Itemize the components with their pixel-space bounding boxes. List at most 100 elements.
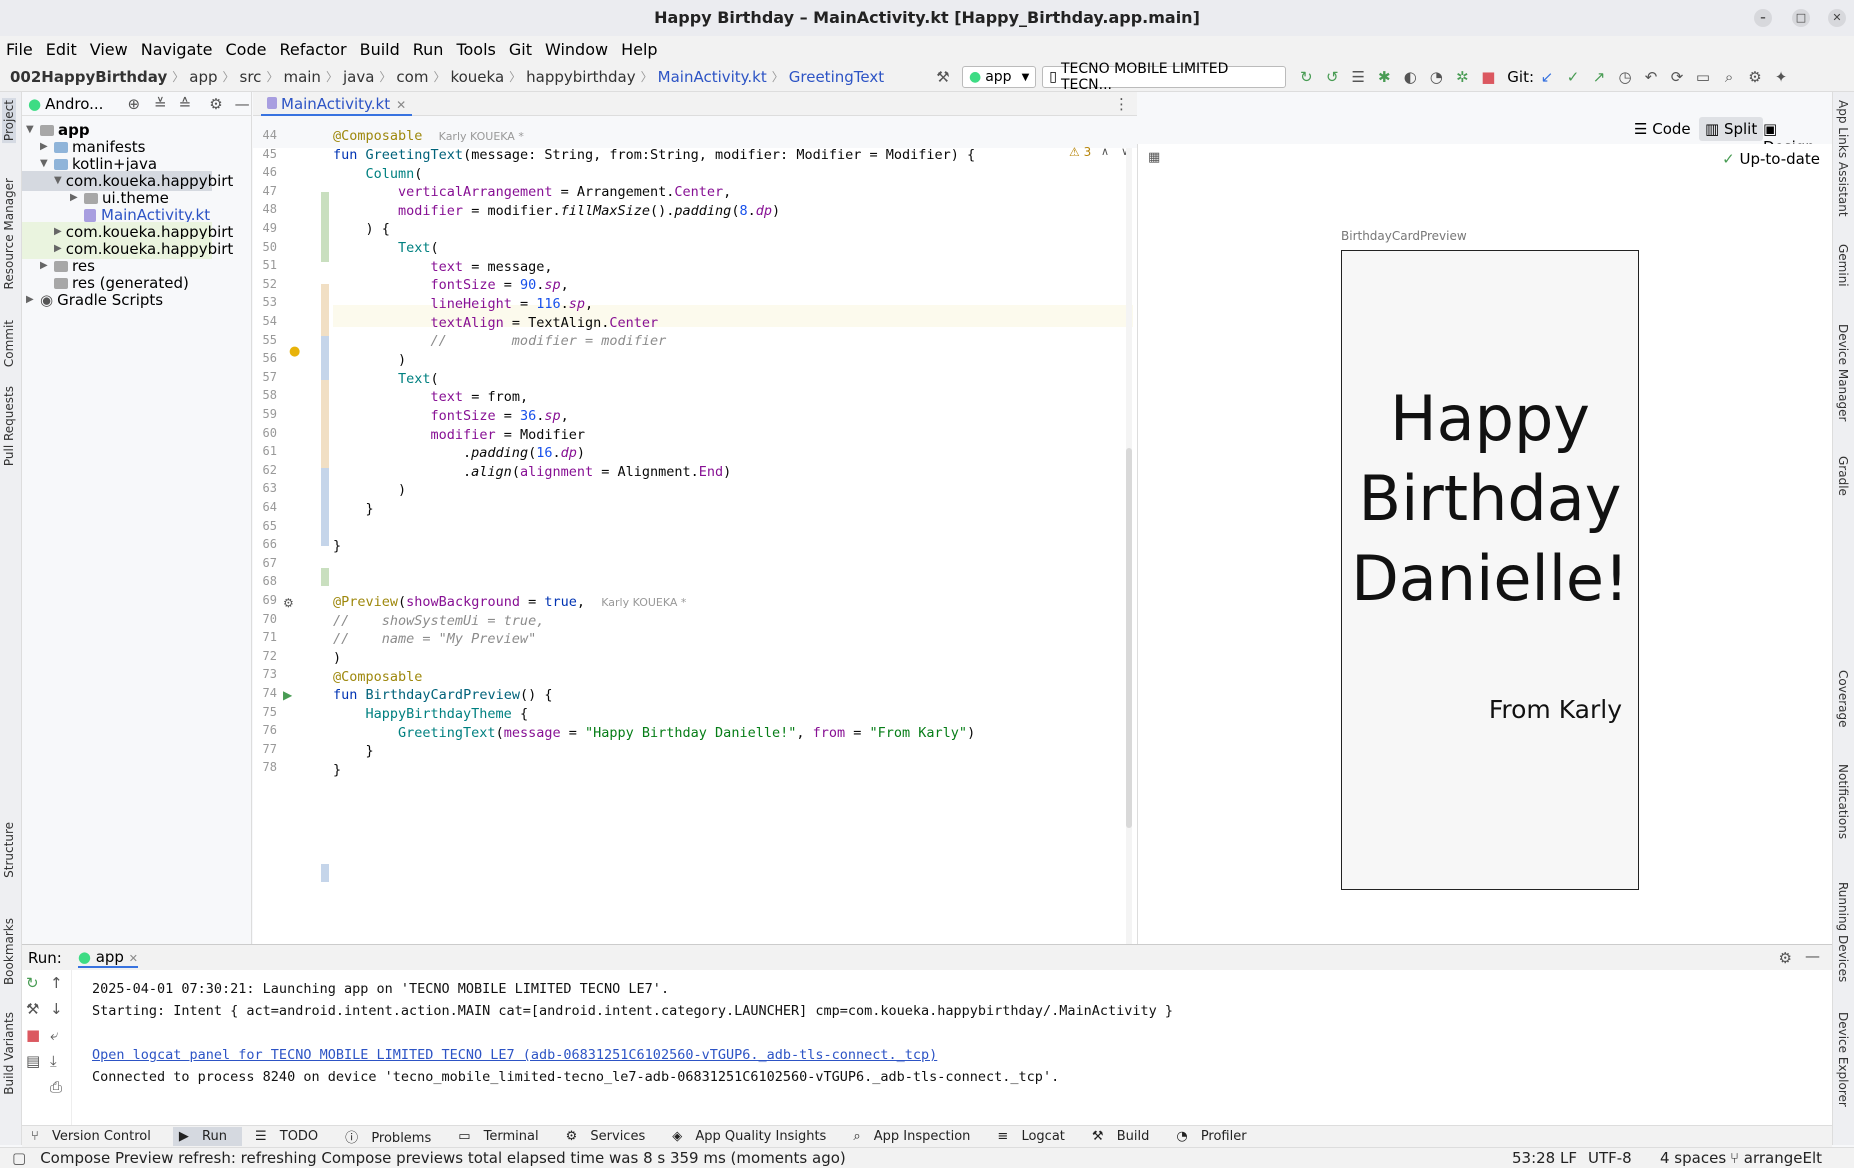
hide-panel-icon[interactable]: —	[1805, 947, 1820, 965]
menu-help[interactable]: Help	[621, 40, 657, 59]
menu-view[interactable]: View	[90, 40, 128, 59]
tool-profiler[interactable]: ◔ Profiler	[1176, 1129, 1255, 1144]
hammer-icon[interactable]: ⚒	[933, 67, 953, 87]
lightbulb-icon[interactable]: ●	[289, 344, 300, 359]
menu-tools[interactable]: Tools	[456, 40, 495, 59]
tool-build-variants[interactable]: Build Variants	[2, 1012, 16, 1095]
breadcrumb-project[interactable]: 002HappyBirthday	[10, 68, 167, 86]
breadcrumb-file[interactable]: MainActivity.kt	[658, 68, 767, 86]
cursor-position[interactable]: 53:28	[1512, 1149, 1555, 1167]
run-preview-icon[interactable]: ▶	[283, 688, 292, 702]
close-tab-icon[interactable]: ✕	[129, 952, 138, 965]
tool-coverage[interactable]: Coverage	[1836, 670, 1850, 728]
code-editor[interactable]: ⚠ 3 ∧ ∨ ● ⚙ ▶ 44454647484950515253545556…	[253, 128, 1137, 944]
tool-terminal[interactable]: ▭ Terminal	[458, 1129, 547, 1144]
git-update-icon[interactable]: ↙	[1537, 67, 1557, 87]
run-tab-app[interactable]: ● app ✕	[77, 948, 138, 968]
preview-device-frame[interactable]: Happy Birthday Danielle! From Karly	[1341, 250, 1639, 890]
device-dropdown[interactable]: ▯ TECNO MOBILE LIMITED TECN...	[1042, 61, 1287, 93]
breadcrumb-koueka[interactable]: koueka	[450, 68, 504, 86]
tool-app-quality-insights[interactable]: ◈ App Quality Insights	[672, 1129, 835, 1144]
status-layout-icon[interactable]: ▢	[12, 1149, 26, 1167]
arrow-up-icon[interactable]: ↑	[50, 974, 63, 992]
print-icon[interactable]: ⎙	[50, 1078, 62, 1096]
git-push-icon[interactable]: ↗	[1589, 67, 1609, 87]
tool-resource-manager[interactable]: Resource Manager	[2, 178, 16, 289]
device-manager-icon[interactable]: ▭	[1693, 67, 1713, 87]
minimize-icon[interactable]: –	[1754, 9, 1772, 27]
editor-scrollbar[interactable]	[1126, 148, 1132, 944]
project-view-selector[interactable]: Andro...	[45, 95, 103, 113]
tool-running-devices[interactable]: Running Devices	[1836, 882, 1850, 982]
line-separator[interactable]: LF	[1560, 1149, 1577, 1167]
warning-icon[interactable]: ⚠ 3	[1069, 145, 1091, 159]
menu-file[interactable]: File	[6, 40, 33, 59]
tool-build[interactable]: ⚒ Build	[1092, 1129, 1158, 1144]
rerun-icon[interactable]: ↻	[26, 974, 39, 992]
stop-icon[interactable]: ■	[1478, 67, 1498, 87]
tool-project[interactable]: Project	[2, 98, 16, 144]
gear-icon[interactable]: ⚙	[283, 596, 294, 610]
breadcrumb-function[interactable]: GreetingText	[789, 68, 884, 86]
scroll-end-icon[interactable]: ⤓	[50, 1052, 57, 1070]
layout-icon[interactable]: ▤	[26, 1052, 40, 1070]
menu-window[interactable]: Window	[545, 40, 608, 59]
breadcrumb-com[interactable]: com	[396, 68, 428, 86]
status-message[interactable]: Compose Preview refresh: refreshing Comp…	[40, 1149, 846, 1167]
split-mode-button[interactable]: ▥ Split	[1699, 117, 1764, 141]
tool-device-explorer[interactable]: Device Explorer	[1836, 1012, 1850, 1107]
tree-item-gradle-scripts[interactable]: ▶ ◉ Gradle Scripts	[26, 290, 163, 310]
rerun-icon[interactable]: ↻	[1296, 67, 1316, 87]
menu-edit[interactable]: Edit	[46, 40, 77, 59]
code-mode-button[interactable]: ☰ Code	[1634, 120, 1691, 138]
menu-refactor[interactable]: Refactor	[279, 40, 346, 59]
tool-bookmarks[interactable]: Bookmarks	[2, 918, 16, 985]
stop-icon[interactable]: ■	[26, 1026, 40, 1044]
apply-changes-icon[interactable]: ↺	[1322, 67, 1342, 87]
run-console[interactable]: ↻ ↑ ⚒ ↓ ■ ⤶ ▤ ⤓ ⎙ 2025-04-01 07:30:21: L…	[22, 970, 1832, 1125]
tool-commit[interactable]: Commit	[2, 320, 16, 367]
breadcrumb-app[interactable]: app	[189, 68, 217, 86]
tool-services[interactable]: ⚙ Services	[566, 1129, 655, 1144]
search-icon[interactable]: ⌕	[1719, 67, 1739, 87]
breadcrumb-java[interactable]: java	[343, 68, 374, 86]
breadcrumb-main[interactable]: main	[283, 68, 320, 86]
profile-icon[interactable]: ◐	[1400, 67, 1420, 87]
menu-run[interactable]: Run	[413, 40, 444, 59]
collapse-all-icon[interactable]: ≙	[179, 95, 192, 113]
run-config-dropdown[interactable]: ● app ▼	[962, 66, 1037, 88]
git-branch[interactable]: ⑂ arrangeElt	[1730, 1149, 1822, 1167]
breadcrumb-src[interactable]: src	[240, 68, 262, 86]
tool-gradle[interactable]: Gradle	[1836, 456, 1850, 496]
tool-todo[interactable]: ☰ TODO	[255, 1129, 327, 1144]
hide-panel-icon[interactable]: —	[235, 95, 250, 113]
locate-icon[interactable]: ⊕	[127, 95, 140, 113]
wrench-icon[interactable]: ⚒	[26, 1000, 39, 1018]
tool-app-inspection[interactable]: ⌕ App Inspection	[853, 1129, 979, 1144]
menu-git[interactable]: Git	[509, 40, 532, 59]
file-encoding[interactable]: UTF-8	[1588, 1149, 1632, 1167]
menu-code[interactable]: Code	[226, 40, 267, 59]
tool-problems[interactable]: ⓘ Problems	[345, 1127, 440, 1146]
sync-icon[interactable]: ⟳	[1667, 67, 1687, 87]
tool-app-links[interactable]: App Links Assistant	[1836, 100, 1850, 217]
tab-mainactivity[interactable]: MainActivity.kt ✕	[261, 92, 413, 116]
menu-navigate[interactable]: Navigate	[141, 40, 213, 59]
soft-wrap-icon[interactable]: ⤶	[50, 1026, 58, 1044]
attach-debugger-icon[interactable]: ✲	[1452, 67, 1472, 87]
list-icon[interactable]: ☰	[1348, 67, 1368, 87]
gear-icon[interactable]: ⚙	[1745, 67, 1765, 87]
gear-icon[interactable]: ⚙	[209, 95, 222, 113]
layers-icon[interactable]: ▦	[1148, 150, 1160, 165]
tool-pull-requests[interactable]: Pull Requests	[2, 386, 16, 466]
arrow-down-icon[interactable]: ↓	[50, 1000, 63, 1018]
debug-icon[interactable]: ✱	[1374, 67, 1394, 87]
tool-version-control[interactable]: ⑂ Version Control	[31, 1129, 160, 1144]
more-icon[interactable]: ⋮	[1114, 95, 1129, 113]
close-tab-icon[interactable]: ✕	[396, 98, 406, 112]
breadcrumb-happybirthday[interactable]: happybirthday	[526, 68, 635, 86]
history-icon[interactable]: ◷	[1615, 67, 1635, 87]
chevron-up-icon[interactable]: ∧	[1101, 145, 1109, 158]
menu-build[interactable]: Build	[360, 40, 400, 59]
tool-logcat[interactable]: ≡ Logcat	[997, 1129, 1073, 1144]
